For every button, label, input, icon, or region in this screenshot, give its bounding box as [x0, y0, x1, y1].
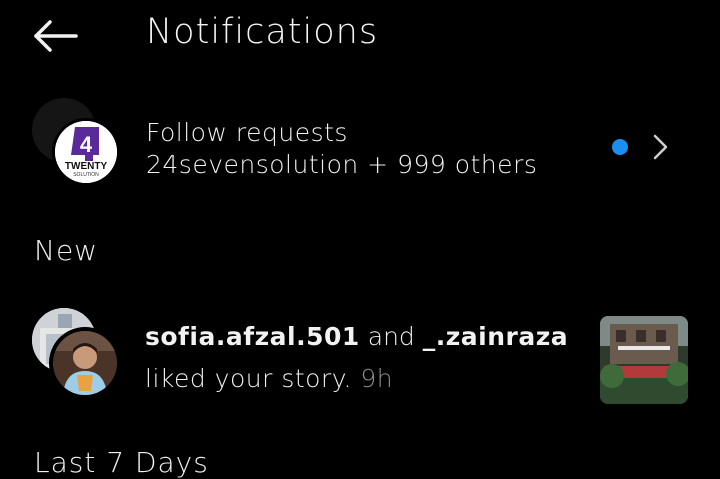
page-title: Notifications	[146, 12, 379, 52]
activity-text-line2: liked your story. 9h	[145, 364, 393, 393]
chevron-button[interactable]	[650, 132, 670, 162]
logo-subtext: SOLUTION	[73, 172, 99, 178]
follow-request-avatar: 4 TWENTY SOLUTION	[55, 121, 117, 183]
story-thumbnail-image	[600, 316, 688, 404]
logo-number: 4	[80, 132, 93, 157]
user2-avatar[interactable]	[53, 331, 117, 395]
activity-action: liked your story.	[145, 364, 352, 393]
unread-dot	[612, 139, 628, 155]
activity-user1[interactable]: sofia.afzal.501	[145, 322, 360, 351]
activity-text-line1: sofia.afzal.501 and _.zainraza	[145, 322, 568, 351]
activity-user2[interactable]: _.zainraza	[423, 322, 568, 351]
back-button[interactable]	[30, 16, 82, 56]
story-thumbnail[interactable]	[600, 316, 688, 404]
child-photo-icon	[53, 331, 117, 395]
twenty-four-seven-logo-icon: 4 TWENTY SOLUTION	[55, 121, 117, 183]
section-last-label: Last 7 Days	[34, 446, 209, 479]
follow-requests-title: Follow requests	[146, 118, 348, 147]
activity-time: 9h	[360, 364, 394, 393]
follow-requests-subtitle: 24sevensolution + 999 others	[146, 150, 538, 179]
activity-conjunction: and	[367, 322, 415, 351]
logo-text: TWENTY	[65, 161, 108, 172]
chevron-right-icon	[653, 134, 668, 160]
section-new-label: New	[34, 234, 99, 267]
arrow-left-icon	[34, 20, 78, 52]
